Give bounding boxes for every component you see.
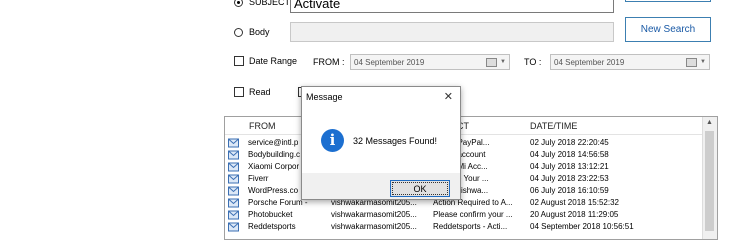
dialog-titlebar: Message ✕ [302,87,460,107]
cell-datetime: 04 July 2018 23:22:53 [530,174,609,183]
from-label: FROM : [313,57,345,67]
message-dialog: Message ✕ i 32 Messages Found! OK [301,86,461,200]
dialog-body: i 32 Messages Found! [302,107,460,173]
cell-datetime: 02 August 2018 15:52:32 [530,198,619,207]
to-date-value: 04 September 2019 [554,57,625,67]
subject-input[interactable]: Activate [290,0,614,13]
search-panel: SUBJECT Activate Body New Search Date Ra… [224,0,720,110]
table-row[interactable]: Photobucket vishwakarmasomit205... Please … [225,209,703,221]
email-icon [228,198,239,208]
cell-datetime: 04 September 2018 10:56:51 [530,222,634,231]
cell-datetime: 06 July 2018 16:10:59 [530,186,609,195]
email-icon [228,210,239,220]
calendar-icon [486,58,497,67]
from-date-picker[interactable]: 04 September 2019 ▼ [350,54,510,70]
to-date-picker[interactable]: 04 September 2019 ▼ [550,54,710,70]
email-icon [228,174,239,184]
table-row[interactable]: Xiaomi Corpore your Mi Acc...04 July 201… [225,161,703,173]
body-label: Body [249,27,270,37]
info-icon: i [321,129,344,152]
date-range-checkbox[interactable] [234,56,244,66]
table-row[interactable]: Porsche Forum - vishwakarmasomit205... Act… [225,197,703,209]
table-row[interactable]: WordPress.coe somtvishwa...06 July 2018 … [225,185,703,197]
cell-subject: Please confirm your ... [433,210,513,219]
ok-button[interactable]: OK [390,180,450,197]
from-date-value: 04 September 2019 [354,57,425,67]
calendar-icon [686,58,697,67]
email-icon [228,138,239,148]
ok-button-label: OK [413,183,427,194]
table-row[interactable]: Reddetsports vishwakarmasomit205... Reddet… [225,221,703,233]
chevron-down-icon: ▼ [500,59,506,65]
body-radio[interactable] [234,28,243,37]
email-icon [228,150,239,160]
cell-subject: Reddetsports - Acti... [433,222,508,231]
table-row[interactable]: FiverrActivate Your ...04 July 2018 23:2… [225,173,703,185]
cell-to: vishwakarmasomit205... [331,210,417,219]
to-label: TO : [524,57,542,67]
cell-datetime: 20 August 2018 11:29:05 [530,210,619,219]
table-row[interactable]: service@intl.p e your PayPal... 02 July 20… [225,137,703,149]
subject-label: SUBJECT [249,0,291,7]
dialog-message: 32 Messages Found! [353,136,438,146]
close-icon[interactable]: ✕ [444,90,453,103]
column-header-datetime[interactable]: DATE/TIME [530,121,577,131]
results-table: FROM ECT DATE/TIME service@intl.pe your … [224,116,718,240]
chevron-down-icon: ▼ [700,59,706,65]
table-row[interactable]: Bodybuilding.ce your account04 July 2018… [225,149,703,161]
date-range-label: Date Range [249,56,298,66]
email-icon [228,162,239,172]
body-input[interactable] [290,22,614,42]
read-label: Read [249,87,271,97]
table-header: FROM ECT DATE/TIME [225,117,717,135]
cell-datetime: 04 July 2018 13:12:21 [530,162,609,171]
scrollbar-thumb[interactable] [705,131,714,231]
cell-datetime: 02 July 2018 22:20:45 [530,138,609,147]
subject-radio[interactable] [234,0,243,7]
cell-from: Reddetsports [248,222,296,231]
read-checkbox[interactable] [234,87,244,97]
new-search-button[interactable]: New Search [625,17,711,42]
email-icon [228,186,239,196]
vertical-scrollbar[interactable]: ▲ [702,117,717,239]
email-icon [228,222,239,232]
cell-datetime: 04 July 2018 14:56:58 [530,150,609,159]
cell-from: Photobucket [248,210,293,219]
search-button[interactable] [625,0,711,2]
dialog-title: Message [306,92,343,102]
cell-to: vishwakarmasomit205... [331,222,417,231]
scroll-up-icon[interactable]: ▲ [706,119,713,126]
column-header-from[interactable]: FROM [249,121,276,131]
